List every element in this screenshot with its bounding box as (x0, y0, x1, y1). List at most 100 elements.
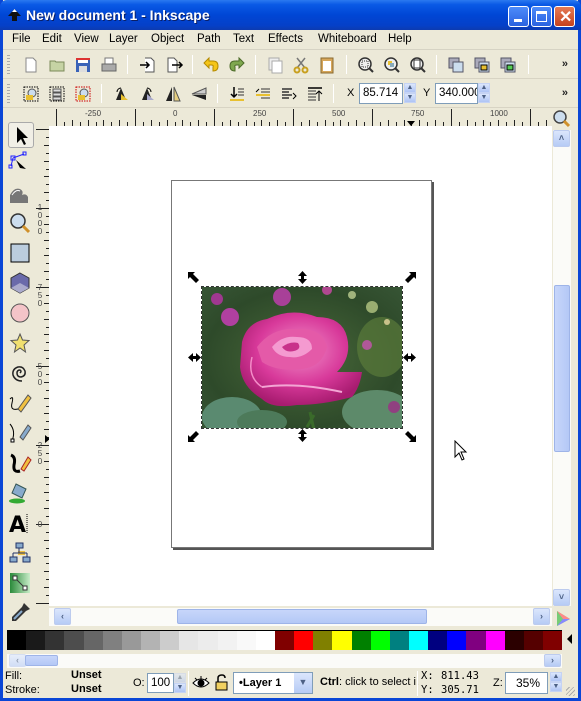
color-swatch[interactable] (523, 631, 543, 650)
zoom-drawing-icon[interactable] (382, 55, 402, 75)
vertical-scroll-thumb[interactable] (554, 285, 570, 452)
rectangle-tool[interactable] (8, 241, 34, 267)
raise-icon[interactable] (279, 84, 299, 104)
resize-handle-bottom-left[interactable] (188, 429, 201, 442)
ellipse-tool[interactable] (8, 301, 34, 327)
calligraphy-tool[interactable] (8, 451, 34, 477)
selector-tool[interactable] (8, 122, 34, 148)
resize-handle-top-right[interactable] (403, 272, 416, 285)
y-decrement-button[interactable]: ▼ (478, 93, 490, 103)
menu-edit[interactable]: Edit (42, 33, 62, 45)
color-swatch[interactable] (485, 631, 505, 650)
color-swatch[interactable] (140, 631, 161, 650)
opacity-input[interactable]: 100 (147, 673, 174, 693)
zoom-in-step-button[interactable]: ▲ (550, 672, 562, 682)
rotate-ccw-icon[interactable] (111, 84, 131, 104)
menu-effects[interactable]: Effects (268, 33, 303, 45)
menu-path[interactable]: Path (197, 33, 221, 45)
group-icon[interactable] (446, 55, 466, 75)
raise-to-top-icon[interactable] (305, 84, 325, 104)
menu-object[interactable]: Object (151, 33, 184, 45)
toolbar-overflow-button[interactable]: » (562, 58, 568, 70)
opacity-increment-button[interactable]: ▲ (174, 673, 186, 683)
menu-help[interactable]: Help (388, 33, 412, 45)
lock-icon[interactable] (472, 55, 492, 75)
menu-layer[interactable]: Layer (109, 33, 138, 45)
layer-lock-icon[interactable] (215, 674, 229, 691)
color-management-icon[interactable] (554, 609, 572, 627)
palette-scroll-right-button[interactable]: › (544, 654, 561, 667)
color-swatch[interactable] (313, 631, 333, 650)
y-spinner[interactable]: ▲ ▼ (478, 83, 490, 104)
duplicate-icon[interactable] (265, 55, 285, 75)
pen-tool[interactable] (8, 421, 34, 447)
color-swatch[interactable] (45, 631, 65, 650)
color-swatch[interactable] (274, 631, 295, 650)
save-icon[interactable] (73, 55, 93, 75)
resize-handle-bottom[interactable] (296, 429, 309, 442)
select-all-layers-icon[interactable] (47, 84, 67, 104)
spiral-tool[interactable] (8, 361, 34, 387)
select-all-icon[interactable] (21, 84, 41, 104)
pencil-tool[interactable] (8, 391, 34, 417)
gradient-tool[interactable] (8, 571, 34, 597)
palette-scroll-left-button[interactable]: ‹ (9, 654, 26, 667)
color-swatch[interactable] (294, 631, 314, 650)
scroll-down-button[interactable]: ˅ (553, 589, 570, 606)
tweak-tool[interactable] (8, 181, 34, 207)
minimize-button[interactable] (508, 6, 529, 27)
color-swatch[interactable] (160, 631, 180, 650)
flip-vertical-icon[interactable] (189, 84, 209, 104)
text-tool[interactable]: A (8, 511, 34, 538)
dropper-tool[interactable] (8, 601, 34, 627)
menu-text[interactable]: Text (233, 33, 254, 45)
horizontal-ruler[interactable]: -250 0 250 500 750 1000 (49, 109, 550, 126)
y-input[interactable]: 340.000 (435, 83, 478, 104)
redo-icon[interactable] (227, 55, 247, 75)
current-layer-select[interactable]: •Layer 1 ▼ (233, 672, 313, 694)
menu-view[interactable]: View (74, 33, 99, 45)
node-tool[interactable] (8, 151, 34, 177)
toolbar-grip[interactable] (7, 55, 10, 75)
menu-file[interactable]: File (12, 33, 31, 45)
connector-tool[interactable] (8, 541, 34, 567)
lower-to-bottom-icon[interactable] (227, 84, 247, 104)
lower-icon[interactable] (253, 84, 273, 104)
close-button[interactable]: ✕ (554, 6, 575, 27)
opacity-decrement-button[interactable]: ▼ (174, 683, 186, 693)
color-swatch[interactable] (447, 631, 467, 650)
resize-handle-left[interactable] (188, 351, 201, 364)
zoom-selection-icon[interactable] (356, 55, 376, 75)
x-input[interactable]: 85.714 (359, 83, 403, 104)
fill-value[interactable]: Unset (71, 669, 102, 681)
color-swatch[interactable] (332, 631, 352, 650)
color-swatch[interactable] (217, 631, 237, 650)
paint-bucket-tool[interactable] (8, 481, 34, 507)
paste-icon[interactable] (317, 55, 337, 75)
maximize-button[interactable] (531, 6, 552, 27)
resize-handle-top[interactable] (296, 271, 309, 284)
resize-grip[interactable] (566, 687, 575, 696)
open-icon[interactable] (47, 55, 67, 75)
palette-scroll-thumb[interactable] (25, 655, 58, 666)
color-swatch[interactable] (542, 631, 563, 650)
zoom-tool[interactable] (8, 211, 34, 237)
cut-icon[interactable] (291, 55, 311, 75)
flip-horizontal-icon[interactable] (163, 84, 183, 104)
color-swatch[interactable] (255, 631, 275, 650)
layer-visibility-eye-icon[interactable] (192, 675, 210, 691)
color-swatch[interactable] (370, 631, 390, 650)
export-icon[interactable] (164, 55, 184, 75)
undo-icon[interactable] (201, 55, 221, 75)
color-swatch[interactable] (389, 631, 409, 650)
unlock-icon[interactable] (498, 55, 518, 75)
color-swatch[interactable] (179, 631, 199, 650)
color-swatch[interactable] (83, 631, 103, 650)
3d-box-tool[interactable] (8, 271, 34, 297)
horizontal-scroll-thumb[interactable] (177, 609, 427, 624)
y-increment-button[interactable]: ▲ (478, 83, 490, 93)
x-increment-button[interactable]: ▲ (404, 83, 416, 93)
layer-dropdown-button[interactable]: ▼ (294, 673, 312, 693)
zoom-out-step-button[interactable]: ▼ (550, 682, 562, 692)
color-swatch[interactable] (102, 631, 122, 650)
